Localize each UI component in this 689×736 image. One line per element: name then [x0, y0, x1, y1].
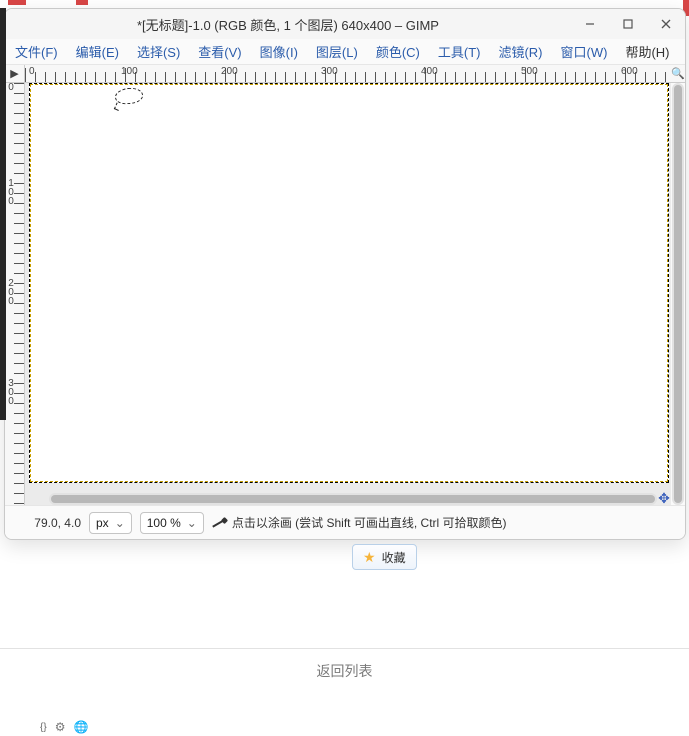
ruler-vertical[interactable]: 0 100 200 300 — [5, 83, 25, 505]
ruler-h-label: 100 — [121, 66, 138, 77]
zoom-value: 100 % — [147, 516, 181, 530]
zoom-to-fit-icon[interactable]: 🔍 — [671, 65, 685, 83]
canvas-row: 0 100 200 300 ✥ — [5, 83, 685, 505]
back-to-list-link[interactable]: 返回列表 — [0, 648, 689, 692]
background-left-strip — [0, 8, 6, 420]
navigation-icon[interactable]: ✥ — [657, 491, 671, 505]
window-controls — [571, 9, 685, 39]
menu-tools[interactable]: 工具(T) — [434, 40, 485, 63]
braces-icon: {} — [40, 722, 47, 733]
paintbrush-icon — [212, 516, 226, 530]
window-title: *[无标题]-1.0 (RGB 颜色, 1 个图层) 640x400 – GIM… — [5, 15, 571, 34]
lasso-selection — [114, 87, 144, 106]
star-icon: ★ — [363, 549, 376, 566]
close-button[interactable] — [647, 9, 685, 39]
menu-edit[interactable]: 编辑(E) — [72, 40, 123, 63]
chevron-down-icon: ⌄ — [187, 516, 197, 530]
menu-filters[interactable]: 滤镜(R) — [494, 40, 546, 63]
page-footer-icons: {} ⚙ 🌐 — [40, 718, 88, 736]
ruler-h-label: 200 — [221, 66, 238, 77]
status-hint-text: 点击以涂画 (尝试 Shift 可画出直线, Ctrl 可拾取颜色) — [232, 514, 507, 531]
menu-view[interactable]: 查看(V) — [194, 40, 245, 63]
canvas-image[interactable] — [29, 83, 669, 483]
status-bar: 79.0, 4.0 px ⌄ 100 % ⌄ 点击以涂画 (尝试 Shift 可… — [5, 505, 685, 539]
ruler-v-label: 100 — [7, 179, 15, 206]
favorite-button[interactable]: ★ 收藏 — [352, 544, 417, 570]
status-hint: 点击以涂画 (尝试 Shift 可画出直线, Ctrl 可拾取颜色) — [212, 514, 507, 531]
menu-image[interactable]: 图像(I) — [256, 40, 302, 63]
titlebar[interactable]: *[无标题]-1.0 (RGB 颜色, 1 个图层) 640x400 – GIM… — [5, 9, 685, 39]
ruler-corner-icon[interactable]: ▶ — [5, 65, 25, 83]
menu-help[interactable]: 帮助(H) — [621, 40, 673, 63]
scrollbar-horizontal[interactable] — [49, 493, 657, 505]
minimize-button[interactable] — [571, 9, 609, 39]
ruler-h-label: 400 — [421, 66, 438, 77]
favorite-label: 收藏 — [382, 549, 406, 566]
globe-icon[interactable]: 🌐 — [73, 720, 88, 734]
back-to-list-label: 返回列表 — [317, 661, 373, 681]
menu-layer[interactable]: 图层(L) — [312, 40, 362, 63]
menu-windows[interactable]: 窗口(W) — [557, 40, 612, 63]
unit-value: px — [96, 516, 109, 530]
ruler-v-label: 0 — [7, 83, 15, 92]
background-top-strip — [0, 0, 689, 8]
gear-icon[interactable]: ⚙ — [55, 720, 66, 734]
unit-dropdown[interactable]: px ⌄ — [89, 512, 132, 534]
canvas-area[interactable]: ✥ — [25, 83, 671, 505]
zoom-dropdown[interactable]: 100 % ⌄ — [140, 512, 204, 534]
ruler-horizontal-row: ▶ 0 100 200 300 400 500 600 🔍 — [5, 65, 685, 83]
ruler-h-label: 300 — [321, 66, 338, 77]
ruler-horizontal[interactable]: 0 100 200 300 400 500 600 — [25, 65, 671, 83]
ruler-h-label: 0 — [29, 66, 35, 77]
maximize-button[interactable] — [609, 9, 647, 39]
menu-select[interactable]: 选择(S) — [133, 40, 184, 63]
ruler-h-label: 500 — [521, 66, 538, 77]
menu-bar: 文件(F) 编辑(E) 选择(S) 查看(V) 图像(I) 图层(L) 颜色(C… — [5, 39, 685, 65]
chevron-down-icon: ⌄ — [115, 516, 125, 530]
menu-colors[interactable]: 颜色(C) — [372, 40, 424, 63]
scrollbar-vertical[interactable] — [672, 83, 684, 505]
menu-file[interactable]: 文件(F) — [11, 40, 62, 63]
gimp-window: *[无标题]-1.0 (RGB 颜色, 1 个图层) 640x400 – GIM… — [4, 8, 686, 540]
cursor-coordinates: 79.0, 4.0 — [13, 516, 81, 530]
ruler-v-label: 200 — [7, 279, 15, 306]
ruler-h-label: 600 — [621, 66, 638, 77]
ruler-v-label: 300 — [7, 379, 15, 406]
